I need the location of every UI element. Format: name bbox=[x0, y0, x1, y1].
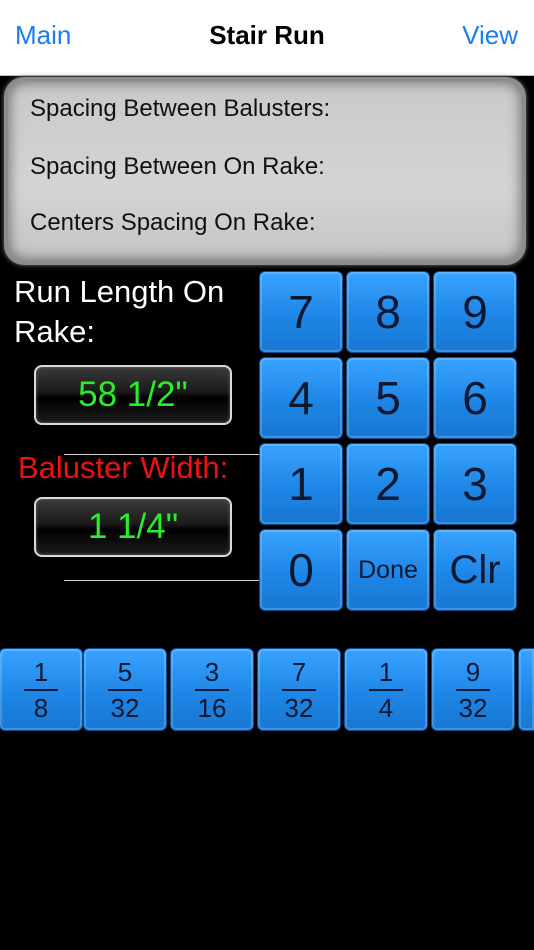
fraction-key-1-8[interactable]: 1 8 bbox=[0, 648, 83, 731]
key-3[interactable]: 3 bbox=[433, 443, 517, 525]
spacing-between-balusters-label: Spacing Between Balusters: bbox=[30, 95, 331, 122]
key-4[interactable]: 4 bbox=[259, 357, 343, 439]
clear-button[interactable]: Clr bbox=[433, 529, 517, 611]
fraction-numerator: 1 bbox=[378, 656, 394, 687]
divider-line bbox=[64, 580, 259, 581]
spacing-on-rake-label: Spacing Between On Rake: bbox=[30, 153, 325, 180]
fraction-bar bbox=[456, 688, 490, 691]
fraction-key-1-4[interactable]: 1 4 bbox=[344, 648, 428, 731]
key-2[interactable]: 2 bbox=[346, 443, 430, 525]
fraction-numerator: 1 bbox=[33, 656, 49, 687]
fraction-numerator: 5 bbox=[117, 656, 133, 687]
fraction-key-7-32[interactable]: 7 32 bbox=[257, 648, 341, 731]
fraction-denominator: 32 bbox=[458, 692, 488, 723]
navigation-bar: Main Stair Run View bbox=[0, 0, 534, 76]
page-title: Stair Run bbox=[209, 20, 325, 50]
run-length-label: Run Length On Rake: bbox=[14, 274, 225, 349]
fraction-key-3-16[interactable]: 3 16 bbox=[170, 648, 254, 731]
baluster-width-label: Baluster Width: bbox=[18, 450, 229, 485]
fraction-bar bbox=[108, 688, 142, 691]
fraction-key-9-32[interactable]: 9 32 bbox=[431, 648, 515, 731]
fraction-key-partial[interactable] bbox=[518, 648, 534, 731]
baluster-width-display[interactable]: 1 1/4" bbox=[34, 497, 232, 557]
fraction-denominator: 32 bbox=[110, 692, 140, 723]
fraction-numerator: 7 bbox=[291, 656, 307, 687]
key-1[interactable]: 1 bbox=[259, 443, 343, 525]
key-0[interactable]: 0 bbox=[259, 529, 343, 611]
key-7[interactable]: 7 bbox=[259, 271, 343, 353]
fraction-denominator: 16 bbox=[197, 692, 227, 723]
fraction-bar bbox=[369, 688, 403, 691]
key-6[interactable]: 6 bbox=[433, 357, 517, 439]
fraction-bar bbox=[195, 688, 229, 691]
view-button[interactable]: View bbox=[462, 20, 518, 51]
key-9[interactable]: 9 bbox=[433, 271, 517, 353]
fraction-denominator: 4 bbox=[378, 692, 394, 723]
fraction-denominator: 32 bbox=[284, 692, 314, 723]
fraction-bar bbox=[282, 688, 316, 691]
results-panel: Spacing Between Balusters: Spacing Betwe… bbox=[4, 77, 526, 265]
fraction-numerator: 3 bbox=[204, 656, 220, 687]
fraction-denominator: 8 bbox=[33, 692, 49, 723]
done-button[interactable]: Done bbox=[346, 529, 430, 611]
centers-spacing-label: Centers Spacing On Rake: bbox=[30, 209, 316, 236]
fraction-numerator: 9 bbox=[465, 656, 481, 687]
fraction-bar bbox=[24, 688, 58, 691]
fraction-key-5-32[interactable]: 5 32 bbox=[83, 648, 167, 731]
run-length-display[interactable]: 58 1/2" bbox=[34, 365, 232, 425]
key-8[interactable]: 8 bbox=[346, 271, 430, 353]
key-5[interactable]: 5 bbox=[346, 357, 430, 439]
